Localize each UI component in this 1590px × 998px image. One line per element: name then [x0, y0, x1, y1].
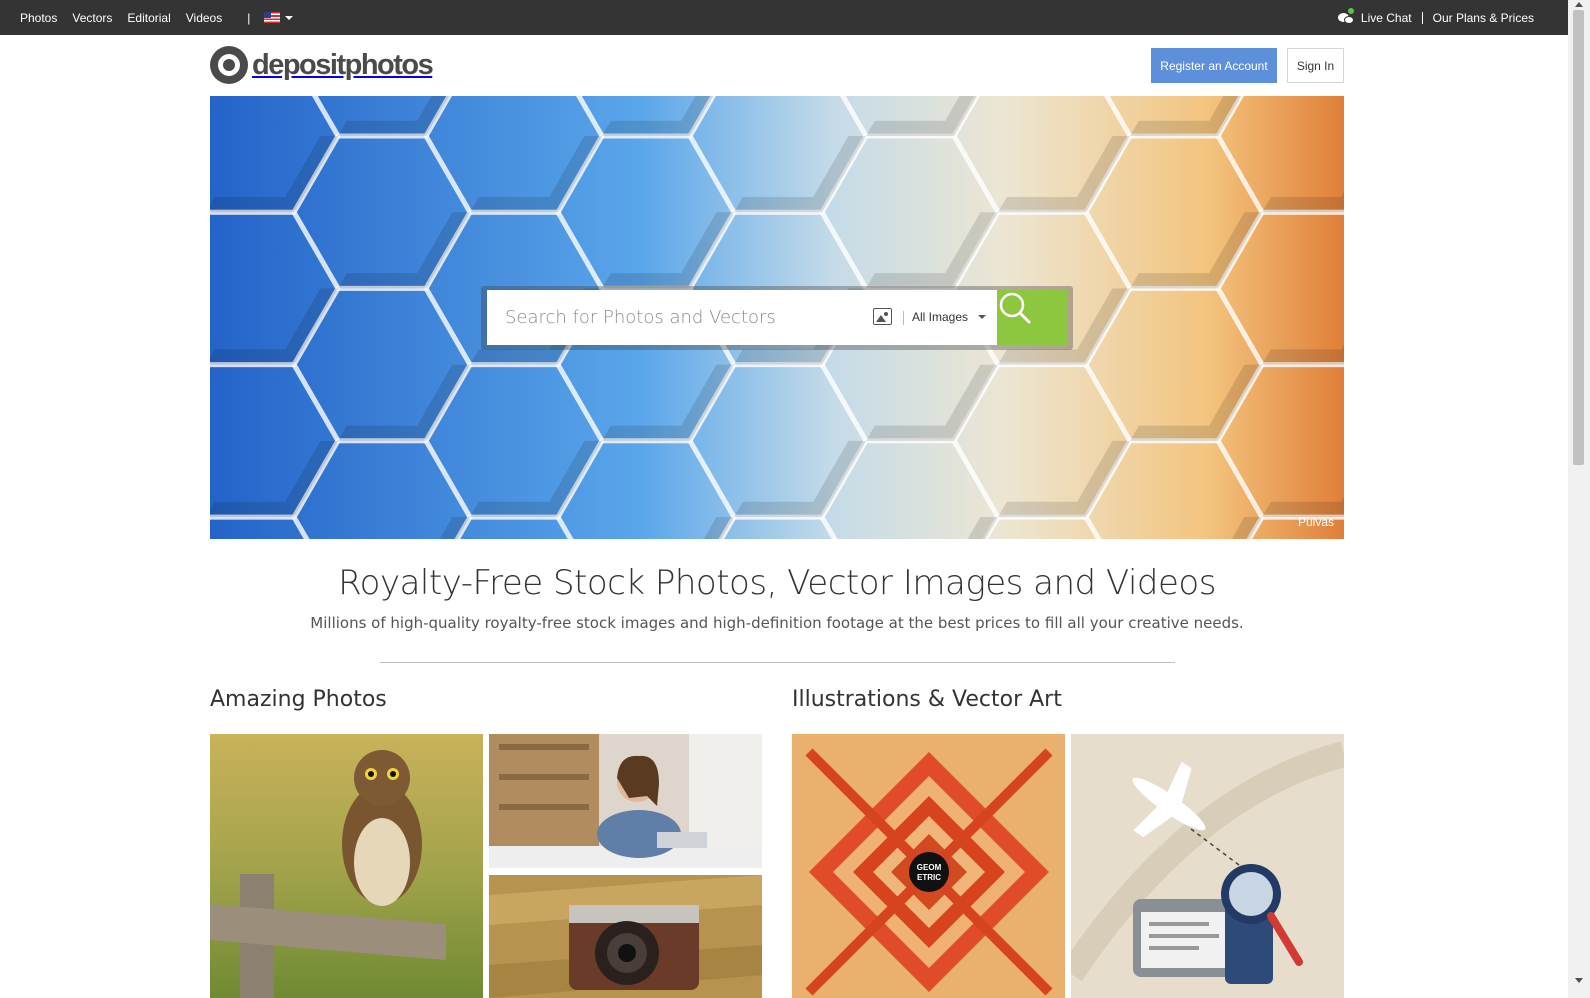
- nav-editorial[interactable]: Editorial: [127, 11, 170, 25]
- scroll-up-icon[interactable]: [1575, 2, 1583, 7]
- us-flag-icon: [264, 12, 281, 23]
- plans-prices-link[interactable]: Our Plans & Prices: [1433, 11, 1534, 25]
- header: depositphotos Register an Account Sign I…: [210, 35, 1344, 95]
- scroll-down-icon[interactable]: [1575, 978, 1583, 983]
- nav-photos[interactable]: Photos: [20, 11, 57, 25]
- logo-text: depositphotos: [252, 48, 434, 81]
- divider: [1421, 11, 1423, 24]
- geometric-pattern-vector: GEOM ETRIC: [792, 734, 1065, 998]
- nav-videos[interactable]: Videos: [186, 11, 222, 25]
- sign-in-button[interactable]: Sign In: [1287, 48, 1344, 83]
- woman-photo: [489, 734, 762, 868]
- section-title-photos[interactable]: Amazing Photos: [210, 687, 387, 712]
- live-chat-link[interactable]: Live Chat: [1361, 11, 1412, 25]
- magnifier-icon: [999, 292, 1031, 324]
- logo[interactable]: depositphotos: [210, 46, 434, 84]
- top-right-links: Live Chat Our Plans & Prices: [1337, 0, 1534, 35]
- nav-separator: |: [247, 10, 251, 25]
- page-title: Royalty-Free Stock Photos, Vector Images…: [338, 563, 1216, 603]
- search-button[interactable]: [997, 290, 1067, 345]
- divider: [903, 311, 904, 325]
- page-subtitle: Millions of high-quality royalty-free st…: [310, 614, 1244, 632]
- language-selector[interactable]: [264, 12, 294, 23]
- chat-icon: [1337, 7, 1354, 25]
- travel-vector: [1071, 734, 1344, 998]
- camera-logo-icon: [210, 46, 248, 84]
- photo-owl-tile[interactable]: [210, 734, 483, 998]
- nav-vectors[interactable]: Vectors: [72, 11, 112, 25]
- search-placeholder: Search for Photos and Vectors: [505, 307, 776, 328]
- search-type-label: All Images: [912, 310, 969, 324]
- search-type-select[interactable]: All Images: [912, 310, 987, 324]
- owl-photo: [210, 734, 483, 998]
- chevron-down-icon: [285, 15, 294, 20]
- search-input[interactable]: Search for Photos and Vectors All Images: [487, 290, 997, 345]
- scrollbar[interactable]: [1568, 0, 1590, 998]
- image-credit[interactable]: Pulvas: [1298, 515, 1334, 529]
- scrollbar-thumb[interactable]: [1573, 10, 1584, 465]
- image-search-icon[interactable]: [873, 308, 892, 325]
- camera-photo: [489, 875, 762, 998]
- top-bar: Photos Vectors Editorial Videos | Live C…: [0, 0, 1572, 35]
- section-divider: [380, 662, 1175, 663]
- top-nav: Photos Vectors Editorial Videos |: [20, 0, 294, 35]
- vector-travel-tile[interactable]: [1071, 734, 1344, 998]
- chevron-down-icon: [978, 315, 987, 319]
- search-bar: Search for Photos and Vectors All Images: [481, 286, 1073, 350]
- hero-banner: Pulvas Search for Photos and Vectors All…: [210, 96, 1344, 539]
- vector-geometric-tile[interactable]: GEOM ETRIC: [792, 734, 1065, 998]
- photo-camera-tile[interactable]: [489, 875, 762, 998]
- photo-woman-tile[interactable]: [489, 734, 762, 868]
- geometric-badge-line1: GEOM: [917, 863, 942, 872]
- geometric-badge-line2: ETRIC: [917, 873, 941, 882]
- register-button[interactable]: Register an Account: [1151, 48, 1277, 83]
- section-title-vectors[interactable]: Illustrations & Vector Art: [792, 687, 1062, 712]
